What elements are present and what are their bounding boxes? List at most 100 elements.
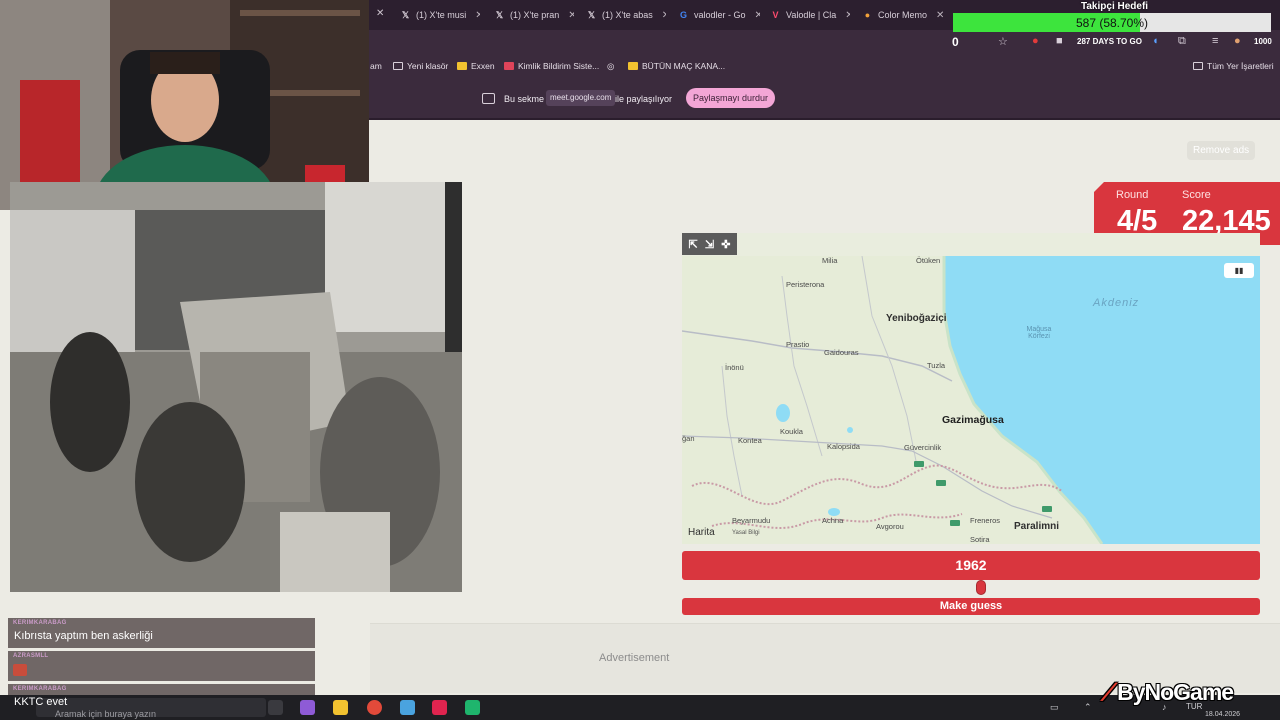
map-place: Prastio: [786, 340, 810, 349]
exxen-icon: [457, 62, 467, 70]
map-place: Peristerona: [786, 280, 825, 289]
bookmark-site-icon: [504, 62, 514, 70]
chat-username: AZRASMLL: [13, 653, 49, 659]
bookmark-item[interactable]: am: [370, 61, 382, 71]
days-countdown: 287 DAYS TO GO: [1077, 37, 1142, 46]
taskbar-search-placeholder[interactable]: Aramak için buraya yazın: [55, 709, 156, 719]
map-place-main: Gazimağusa: [942, 414, 1004, 426]
bookmark-folder[interactable]: Yeni klasör: [393, 61, 448, 71]
tray-overflow-icon[interactable]: ▭: [1050, 702, 1059, 713]
copilot-icon[interactable]: [300, 700, 315, 715]
browser-tab[interactable]: V Valodle | Cla ✕: [770, 4, 850, 26]
map-place: Kalopsida: [827, 442, 860, 451]
browser-tab[interactable]: 𝕏 (1) X'te abas ✕: [586, 4, 666, 26]
x-logo-icon: 𝕏: [587, 9, 596, 20]
star-icon[interactable]: ☆: [998, 35, 1008, 48]
follower-goal-text: 587 (58.70%): [1075, 16, 1149, 30]
map-layers-icon[interactable]: ▮▮: [1224, 263, 1254, 278]
map-legal-link[interactable]: Yasal Bilgi: [732, 530, 760, 536]
record-icon[interactable]: ●: [1032, 35, 1039, 47]
round-photo: [10, 182, 462, 592]
sea-label: Akdeniz: [1093, 297, 1140, 309]
browser-tab[interactable]: G valodler - Go ✕: [678, 4, 760, 26]
google-logo-icon: G: [679, 10, 687, 20]
extension-square-icon[interactable]: ■: [1056, 35, 1063, 47]
x-logo-icon: 𝕏: [495, 9, 504, 20]
score-label: Score: [1182, 189, 1211, 201]
chat-username: KERIMKARABAG: [13, 620, 67, 626]
gulf-label: Mağusa Körfezi: [1026, 326, 1052, 340]
map-place: Avgorou: [876, 522, 904, 531]
bookmark-site-icon: [628, 62, 638, 70]
app-icon[interactable]: [400, 700, 415, 715]
map-place: Sotira: [970, 535, 990, 544]
map-place: Ötüken: [916, 256, 941, 265]
puzzle-icon[interactable]: ⧉: [1178, 35, 1186, 48]
shrink-icon[interactable]: ⇲: [705, 238, 714, 251]
bookmark-item[interactable]: ◎: [607, 61, 614, 72]
expand-icon[interactable]: ⇱: [689, 238, 698, 251]
year-slider-track[interactable]: [682, 587, 1260, 591]
chat-text: Kıbrısta yaptım ben askerliği: [14, 630, 153, 642]
bynogame-logo-icon: ⟋: [1101, 679, 1117, 705]
folder-icon: [1193, 62, 1203, 70]
x-logo-icon: 𝕏: [401, 9, 410, 20]
map-place: Kontea: [738, 436, 762, 445]
file-explorer-icon[interactable]: [333, 700, 348, 715]
map-canvas[interactable]: Milia Ötüken Peristerona Yeniboğaziçi Pr…: [682, 256, 1260, 544]
chevron-up-icon[interactable]: ⌃: [1084, 702, 1092, 713]
map-place: İnönü: [725, 363, 744, 372]
remove-ads-button[interactable]: Remove ads: [1187, 141, 1256, 160]
map-size-controls: ⇱ ⇲ ✜: [682, 233, 737, 255]
map-background: [682, 256, 1260, 544]
app-icon[interactable]: [465, 700, 480, 715]
tab-close-icon[interactable]: ✕: [376, 8, 384, 19]
pin-icon[interactable]: ✜: [721, 238, 730, 251]
map-place: Freneros: [970, 516, 1001, 525]
chat-message: AZRASMLL: [8, 651, 315, 681]
advertisement-label: Advertisement: [599, 652, 670, 664]
browser-tab[interactable]: 𝕏 (1) X'te pran ✕: [494, 4, 574, 26]
viewer-counter: 0: [952, 35, 959, 49]
tab-close-icon[interactable]: ✕: [662, 10, 666, 21]
make-guess-button[interactable]: Make guess: [682, 598, 1260, 615]
bookmark-item[interactable]: Exxen: [457, 61, 495, 71]
reading-list-icon[interactable]: ≡: [1212, 35, 1218, 47]
tab-close-icon[interactable]: ✕: [845, 10, 850, 21]
map-brand: Harita: [688, 527, 715, 538]
bookmark-item[interactable]: Kimlik Bildirim Siste...: [504, 61, 599, 71]
task-view-icon[interactable]: [268, 700, 283, 715]
share-prefix: Bu sekme: [504, 94, 545, 104]
browser-tab[interactable]: 𝕏 (1) X'te musi ✕: [400, 4, 480, 26]
all-bookmarks[interactable]: Tüm Yer İşaretleri: [1193, 61, 1274, 71]
stop-sharing-button[interactable]: Paylaşmayı durdur: [686, 88, 775, 108]
tab-close-icon[interactable]: ✕: [936, 10, 944, 21]
chat-message: KERIMKARABAG Kıbrısta yaptım ben askerli…: [8, 618, 315, 648]
chat-text: KKTC evet: [14, 696, 68, 708]
folder-icon: [393, 62, 403, 70]
round-label: Round: [1116, 189, 1149, 201]
map-place: ğan: [682, 434, 695, 443]
follower-goal-title: Takipçi Hedefi: [1081, 1, 1149, 12]
valodle-logo-icon: V: [772, 10, 779, 20]
extension-icon[interactable]: ◖: [1152, 35, 1159, 47]
map-place: Tuzla: [927, 361, 946, 370]
map-place: Beyarmudu: [732, 516, 771, 525]
share-suffix: ile paylaşılıyor: [615, 94, 673, 104]
tab-close-icon[interactable]: ✕: [755, 10, 760, 21]
browser-tab[interactable]: ● Color Memo ✕: [862, 4, 944, 26]
tab-close-icon[interactable]: ✕: [475, 10, 480, 21]
chrome-icon[interactable]: [367, 700, 382, 715]
share-url: meet.google.com: [546, 90, 616, 106]
map-place: Milia: [822, 256, 838, 265]
year-slider-handle[interactable]: [975, 580, 986, 595]
app-icon[interactable]: [432, 700, 447, 715]
emote-icon: [13, 664, 27, 676]
profile-avatar[interactable]: ●: [1234, 35, 1241, 47]
tab-close-icon[interactable]: ✕: [568, 10, 574, 21]
map-place: Achna: [822, 516, 844, 525]
taskbar-date[interactable]: 18.04.2026: [1205, 711, 1240, 718]
map-place: Koukla: [780, 427, 803, 436]
guess-map[interactable]: ⇱ ⇲ ✜ Milia Ötüken Peristerona Yeniboğaz…: [682, 233, 1260, 544]
bookmark-item[interactable]: BÜTÜN MAÇ KANA...: [628, 61, 725, 71]
